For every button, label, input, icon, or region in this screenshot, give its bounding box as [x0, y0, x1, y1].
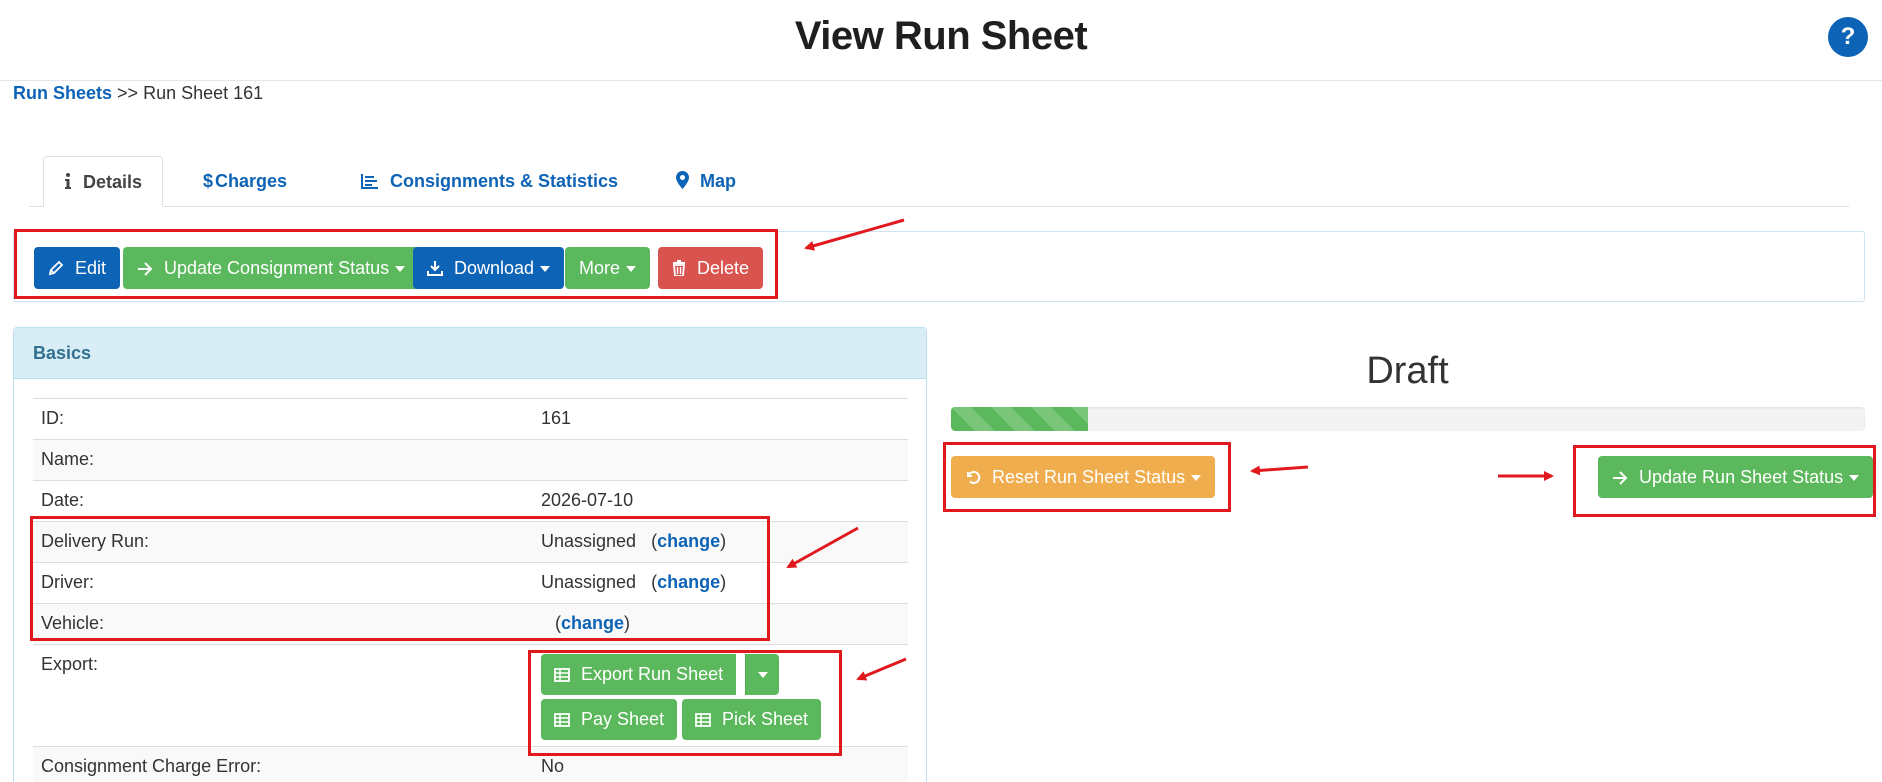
breadcrumb-separator: >> [117, 83, 139, 103]
arrow-right-icon [1612, 467, 1639, 487]
tab-map-label: Map [700, 171, 736, 191]
more-button[interactable]: More [565, 247, 651, 289]
row-value: Unassigned (change) [541, 572, 727, 592]
breadcrumb: Run Sheets >> Run Sheet 161 [13, 83, 263, 104]
help-button[interactable]: ? [1828, 17, 1868, 57]
pick-sheet-label: Pick Sheet [722, 709, 809, 729]
pick-sheet-button[interactable]: Pick Sheet [682, 699, 822, 740]
tab-details[interactable]: Details [43, 156, 164, 207]
tab-charges[interactable]: $ Charges [203, 156, 287, 207]
pay-sheet-button[interactable]: Pay Sheet [541, 699, 678, 740]
row-label: Delivery Run: [41, 531, 150, 551]
change-delivery-run-link[interactable]: change [657, 531, 720, 551]
row-value: 161 [541, 408, 572, 428]
row-driver: Driver: Unassigned (change) [33, 562, 908, 603]
row-label: Export: [41, 654, 99, 674]
basics-panel: Basics ID: 161 Name: Date: 2026-07-10 De… [13, 327, 927, 782]
table-icon [554, 664, 581, 684]
edit-button-label: Edit [75, 258, 107, 278]
export-run-sheet-dropdown-toggle[interactable] [745, 654, 779, 695]
annotation-arrow-reset-status [1250, 465, 1309, 476]
chevron-down-icon [626, 266, 637, 273]
delivery-run-value: Unassigned [541, 531, 637, 551]
reset-run-sheet-status-button[interactable]: Reset Run Sheet Status [951, 456, 1216, 498]
download-button[interactable]: Download [413, 247, 565, 289]
reset-run-sheet-status-label: Reset Run Sheet Status [992, 467, 1186, 487]
breadcrumb-run-sheets-link[interactable]: Run Sheets [13, 83, 112, 103]
undo-icon [965, 467, 992, 487]
delete-button[interactable]: Delete [658, 247, 764, 289]
trash-icon [672, 258, 697, 278]
download-button-label: Download [454, 258, 535, 278]
chevron-down-icon [758, 672, 768, 678]
more-button-label: More [579, 258, 621, 278]
update-consignment-status-label: Update Consignment Status [164, 258, 390, 278]
edit-button[interactable]: Edit [34, 247, 121, 289]
row-id: ID: 161 [33, 398, 908, 439]
tab-consignments-label: Consignments & Statistics [390, 171, 619, 191]
run-sheet-status-label: Draft [1366, 350, 1449, 392]
row-name: Name: [33, 439, 908, 480]
page-title: View Run Sheet [794, 14, 1088, 58]
row-delivery-run: Delivery Run: Unassigned (change) [33, 521, 908, 562]
status-progress-fill [951, 407, 1089, 431]
arrow-right-icon [137, 258, 164, 278]
tab-map[interactable]: Map [676, 156, 736, 207]
list-chart-icon [361, 156, 385, 206]
update-run-sheet-status-button[interactable]: Update Run Sheet Status [1598, 456, 1874, 498]
tab-bar: Details $ Charges Consignments & Statisti… [29, 156, 1849, 207]
row-label: ID: [41, 408, 65, 428]
tab-consignments-statistics[interactable]: Consignments & Statistics [361, 156, 618, 207]
info-icon [64, 157, 78, 207]
table-icon [695, 709, 722, 729]
download-icon [427, 258, 454, 278]
driver-value: Unassigned [541, 572, 637, 592]
tab-details-label: Details [83, 172, 143, 192]
chevron-down-icon [1191, 475, 1202, 482]
chevron-down-icon [395, 266, 406, 273]
map-marker-icon [676, 156, 695, 206]
dollar-icon: $ [203, 171, 214, 191]
chevron-down-icon [540, 266, 551, 273]
chevron-down-icon [1849, 475, 1860, 482]
update-consignment-status-button[interactable]: Update Consignment Status [123, 247, 420, 289]
row-value: Unassigned (change) [541, 531, 727, 551]
export-run-sheet-button[interactable]: Export Run Sheet [541, 654, 737, 695]
delete-button-label: Delete [697, 258, 750, 278]
row-label: Vehicle: [41, 613, 105, 633]
pencil-icon [48, 258, 75, 278]
basics-panel-title: Basics [14, 328, 926, 379]
tab-charges-label: Charges [215, 171, 288, 191]
row-date: Date: 2026-07-10 [33, 480, 908, 521]
status-progress-bar [951, 407, 1865, 431]
row-vehicle: Vehicle: (change) [33, 603, 908, 644]
change-driver-link[interactable]: change [657, 572, 720, 592]
breadcrumb-current: Run Sheet 161 [143, 83, 264, 103]
action-panel: Edit Update Consignment Status Download … [13, 231, 1865, 302]
row-label: Driver: [41, 572, 94, 592]
row-label: Date: [41, 490, 85, 510]
row-label: Name: [41, 449, 95, 469]
table-icon [554, 709, 581, 729]
row-label: Consignment Charge Error: [41, 756, 262, 776]
update-run-sheet-status-label: Update Run Sheet Status [1639, 467, 1844, 487]
row-export: Export: Export Run Sheet Pay Sheet Pick … [33, 644, 908, 746]
row-value: No [541, 756, 565, 776]
export-run-sheet-label: Export Run Sheet [581, 664, 724, 684]
row-consignment-charge-error: Consignment Charge Error: No [33, 746, 908, 782]
row-value: (change) [555, 613, 631, 633]
pay-sheet-label: Pay Sheet [581, 709, 665, 729]
change-vehicle-link[interactable]: change [561, 613, 624, 633]
row-value: 2026-07-10 [541, 490, 634, 510]
page-header: View Run Sheet ? [0, 0, 1882, 81]
